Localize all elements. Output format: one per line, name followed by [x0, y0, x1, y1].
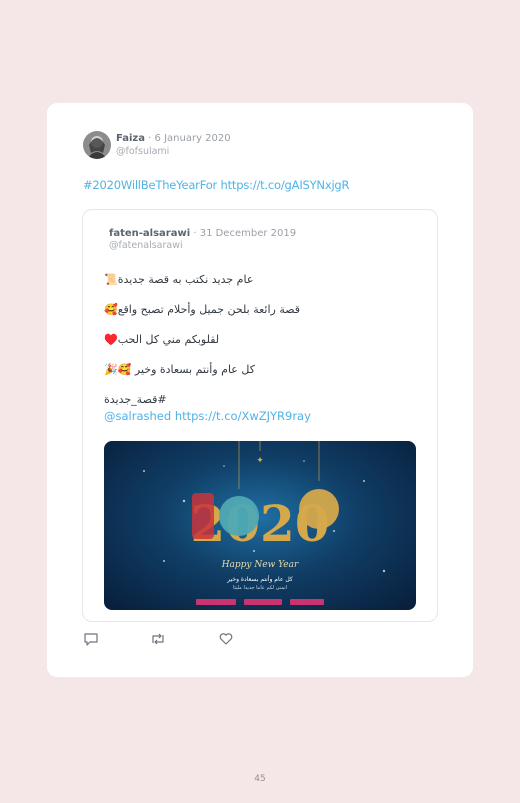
quoted-tweet-date[interactable]: 31 December 2019: [200, 228, 296, 239]
quoted-hashtag[interactable]: #قصة_جديدة: [104, 393, 167, 406]
quoted-links: @salrashed https://t.co/XwZJYR9ray: [104, 409, 311, 423]
tweet-date[interactable]: 6 January 2020: [155, 133, 231, 144]
tweet-card: Faiza · 6 January 2020 @fofsulami #2020W…: [47, 103, 473, 677]
quoted-text-line: لقلوبكم مني كل الحب♥️: [104, 333, 220, 346]
url-link[interactable]: https://t.co/XwZJYR9ray: [175, 409, 311, 423]
page-number: 45: [254, 774, 266, 784]
separator: ·: [190, 228, 200, 239]
separator: ·: [145, 133, 155, 144]
quoted-author-name[interactable]: faten-alsarawi: [109, 228, 190, 239]
quoted-text-line: عام جديد نكتب به قصة جديدة📜: [104, 273, 254, 286]
image-arabic-line-2: اتمنى لكم عاما جديدا مليئا: [233, 585, 287, 591]
reply-icon[interactable]: [83, 631, 99, 647]
quoted-tweet[interactable]: faten-alsarawi · 31 December 2019 @faten…: [82, 209, 438, 622]
svg-text:✦: ✦: [256, 456, 264, 466]
author-name[interactable]: Faiza: [116, 133, 145, 144]
greeting-text: Happy New Year: [221, 560, 299, 570]
author-line: Faiza · 6 January 2020: [116, 133, 231, 144]
image-arabic-line-1: كل عام وأنتم بسعادة وخير: [226, 575, 293, 583]
quoted-author-handle[interactable]: @fatenalsarawi: [109, 240, 183, 251]
mention-link[interactable]: @salrashed: [104, 409, 171, 423]
quoted-text-line: كل عام وأنتم بسعادة وخير 🥰🎉: [104, 363, 255, 376]
author-handle[interactable]: @fofsulami: [116, 146, 169, 157]
quoted-text-line: قصة رائعة بلحن جميل وأحلام تصبح واقع🥰: [104, 303, 301, 316]
tweet-text[interactable]: #2020WillBeTheYearFor https://t.co/gAISY…: [83, 178, 350, 192]
heart-icon[interactable]: [218, 631, 234, 647]
quoted-image[interactable]: ✦ 2020 Happy New Year كل عام وأنتم بسعاد…: [104, 441, 416, 610]
new-year-graphic: ✦ 2020 Happy New Year كل عام وأنتم بسعاد…: [143, 441, 386, 605]
retweet-icon[interactable]: [150, 631, 166, 647]
avatar[interactable]: [83, 131, 111, 159]
quoted-author-line: faten-alsarawi · 31 December 2019: [109, 228, 296, 239]
